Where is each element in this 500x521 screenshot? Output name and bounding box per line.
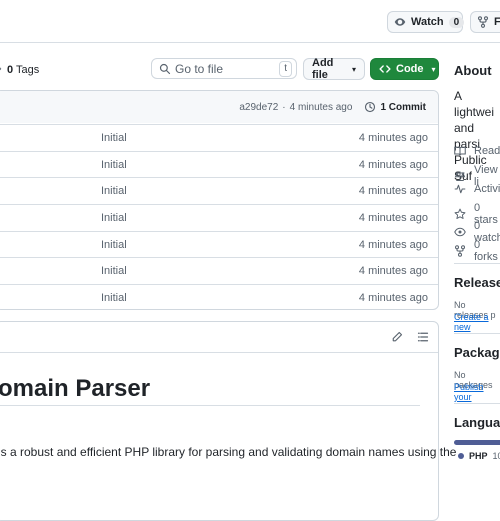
star-icon (454, 208, 466, 220)
table-row[interactable]: Initial 4 minutes ago (0, 177, 438, 203)
table-row[interactable]: Initial 4 minutes ago (0, 151, 438, 177)
language-name: PHP (469, 451, 488, 461)
about-line: A lightwei (454, 89, 495, 119)
packages-title[interactable]: Packages (454, 345, 500, 360)
history-icon (364, 101, 376, 113)
sidebar-item-activity[interactable]: Activity (454, 183, 500, 195)
code-label: Code (396, 63, 424, 75)
search-icon (159, 63, 171, 75)
commits-link[interactable]: 1 Commit (380, 102, 426, 113)
code-button[interactable]: Code ▾ (370, 58, 439, 80)
heading-underline (0, 405, 420, 406)
watch-label: Watch (411, 16, 444, 28)
pencil-icon[interactable] (391, 331, 403, 343)
book-icon (454, 145, 466, 157)
chevron-down-icon: ▾ (431, 64, 436, 74)
publish-package-link[interactable]: Publish your (454, 382, 500, 402)
sidebar-item-label: Readm (474, 145, 500, 157)
releases-title[interactable]: Releases (454, 275, 500, 290)
scale-icon (454, 170, 466, 182)
commit-message[interactable]: Initial (101, 212, 127, 224)
table-row[interactable]: Initial 4 minutes ago (0, 124, 438, 150)
sidebar-divider (454, 263, 500, 264)
go-to-file-search[interactable]: Go to file t (151, 58, 297, 79)
languages-title: Language (454, 415, 500, 430)
header-divider (0, 42, 500, 43)
commit-bar: a29de72 · 4 minutes ago 1 Commit (0, 91, 438, 123)
commit-hash[interactable]: a29de72 (239, 102, 278, 113)
watch-count: 0 (448, 16, 465, 28)
search-input[interactable]: Go to file (175, 62, 223, 76)
language-dot (458, 453, 464, 459)
language-percent: 100 (492, 451, 500, 461)
add-file-button[interactable]: Add file ▾ (303, 57, 365, 81)
sidebar-divider (454, 333, 500, 334)
about-title: About (454, 63, 492, 78)
table-row[interactable]: Initial 4 minutes ago (0, 204, 438, 230)
readme-header-divider (0, 352, 438, 353)
tags-count: 0 (7, 64, 14, 76)
commit-message[interactable]: Initial (101, 292, 127, 304)
commit-message[interactable]: Initial (101, 132, 127, 144)
sidebar-item-readme[interactable]: Readm (454, 145, 500, 157)
commit-age: 4 minutes ago (358, 239, 428, 251)
fork-button[interactable]: Fo (470, 11, 500, 33)
commit-age: 4 minutes ago (358, 212, 428, 224)
fork-icon (454, 245, 466, 257)
eye-icon (394, 16, 406, 28)
sidebar-item-label: Activity (474, 183, 500, 195)
sidebar-divider (454, 403, 500, 404)
table-row[interactable]: Initial 4 minutes ago (0, 284, 438, 310)
readme-body: is a robust and efficient PHP library fo… (0, 445, 457, 459)
language-bar (454, 440, 500, 445)
code-icon (379, 63, 391, 75)
watch-button[interactable]: Watch 0 ▾ (387, 11, 475, 33)
commit-age: 4 minutes ago (358, 159, 428, 171)
chevron-down-icon: ▾ (351, 64, 356, 74)
language-entry[interactable]: PHP 100 (458, 451, 500, 461)
fork-label: Fo (494, 16, 500, 28)
shortcut-key: t (279, 61, 292, 77)
add-file-label: Add file (312, 57, 334, 81)
table-row[interactable]: Initial 4 minutes ago (0, 257, 438, 283)
tags-link[interactable]: 0 Tags (7, 64, 39, 76)
commit-message[interactable]: Initial (101, 239, 127, 251)
eye-icon (454, 226, 466, 238)
readme-heading: omain Parser (0, 375, 151, 402)
table-row[interactable]: Initial 4 minutes ago (0, 231, 438, 257)
commit-time: 4 minutes ago (289, 101, 353, 113)
commit-age: 4 minutes ago (358, 185, 428, 197)
commit-age: 4 minutes ago (358, 132, 428, 144)
commit-message[interactable]: Initial (101, 265, 127, 277)
commit-message[interactable]: Initial (101, 185, 127, 197)
readme-box (0, 321, 439, 521)
sidebar-item-forks[interactable]: 0 forks (454, 239, 500, 263)
outline-list-icon[interactable] (417, 331, 429, 343)
commit-age: 4 minutes ago (358, 265, 428, 277)
commit-message[interactable]: Initial (101, 159, 127, 171)
pulse-icon (454, 183, 466, 195)
tags-label: Tags (15, 64, 40, 76)
tags-arrow-icon: › (0, 63, 2, 75)
commit-separator: · (282, 101, 286, 113)
create-release-link[interactable]: Create a new (454, 312, 500, 332)
commit-age: 4 minutes ago (358, 292, 428, 304)
fork-icon (477, 16, 489, 28)
sidebar-item-label: 0 forks (474, 239, 498, 263)
